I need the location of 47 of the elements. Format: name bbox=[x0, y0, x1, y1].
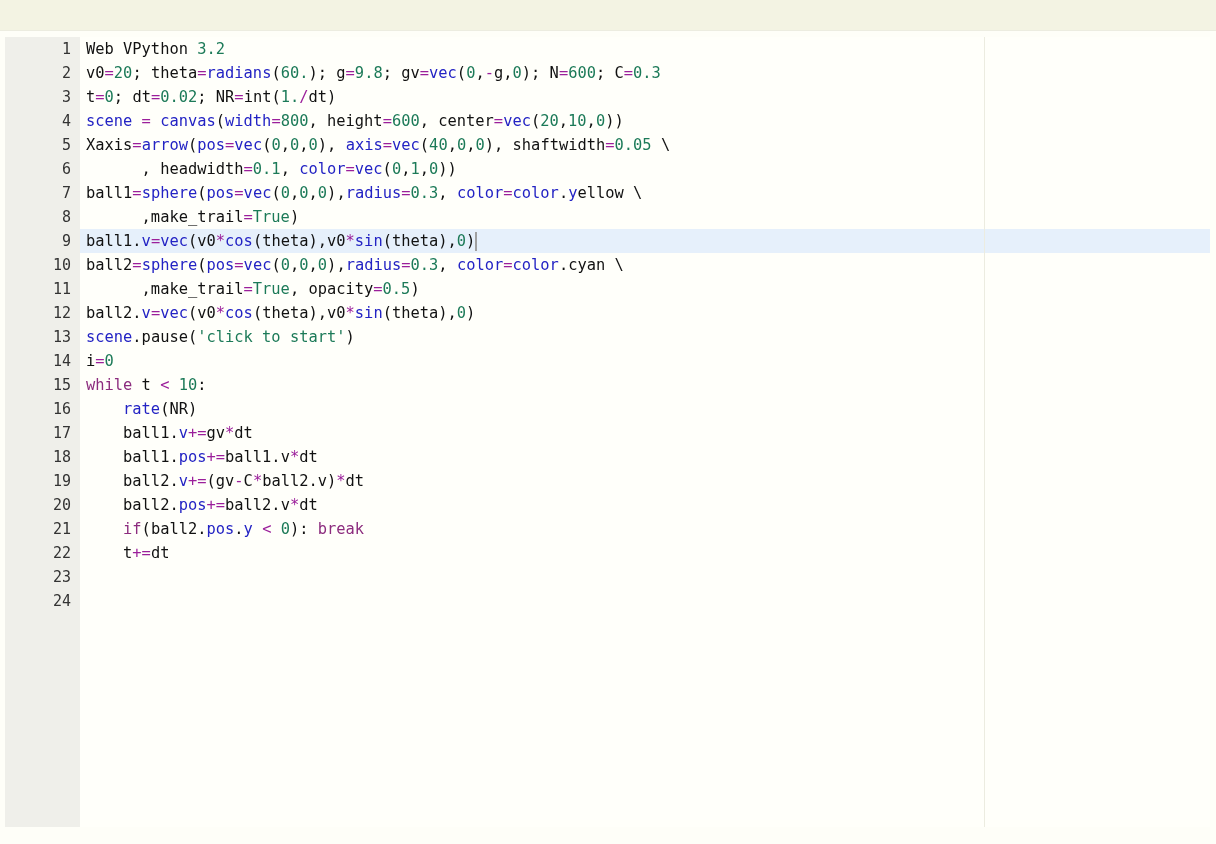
code-line: Xaxis=arrow(pos=vec(0,0,0), axis=vec(40,0,0), shaftwidth=0.05 \ bbox=[85, 136, 671, 154]
line-number: 12 bbox=[51, 304, 72, 322]
code-line: ,make_trail=True) bbox=[140, 208, 300, 226]
line-number: 15 bbox=[51, 376, 72, 394]
line-number: 6 bbox=[60, 160, 72, 178]
code-line: ball1.pos+=ball1.v*dt bbox=[122, 448, 318, 466]
line-number: 3 bbox=[60, 88, 72, 106]
code-line: while t < 10: bbox=[85, 376, 207, 394]
line-number: 8 bbox=[60, 208, 72, 226]
line-number: 21 bbox=[51, 520, 72, 538]
code-line: ball1=sphere(pos=vec(0,0,0),radius=0.3, color=color.yellow \ bbox=[85, 184, 643, 202]
code-line: if(ball2.pos.y < 0): break bbox=[122, 520, 365, 538]
code-line: scene = canvas(width=800, height=600, center=vec(20,10,0)) bbox=[85, 112, 624, 130]
code-line: ball1.v+=gv*dt bbox=[122, 424, 253, 442]
code-line: ,make_trail=True, opacity=0.5) bbox=[140, 280, 420, 298]
line-number: 24 bbox=[51, 592, 72, 610]
code-line: , headwidth=0.1, color=vec(0,1,0)) bbox=[140, 160, 457, 178]
line-number: 1 bbox=[60, 40, 72, 58]
line-number: 22 bbox=[51, 544, 72, 562]
line-number: 10 bbox=[51, 256, 72, 274]
code-line: ball2.v=vec(v0*cos(theta),v0*sin(theta),0) bbox=[85, 304, 476, 322]
code-line: t+=dt bbox=[122, 544, 170, 562]
line-number: 16 bbox=[51, 400, 72, 418]
line-number: 18 bbox=[51, 448, 72, 466]
line-number: 2 bbox=[60, 64, 72, 82]
line-number: 5 bbox=[60, 136, 72, 154]
code-line: v0=20; theta=radians(60.); g=9.8; gv=vec(0,-g,0); N=600; C=0.3 bbox=[85, 64, 661, 82]
line-number: 9 bbox=[60, 232, 72, 250]
code-line: ball2=sphere(pos=vec(0,0,0),radius=0.3, color=color.cyan \ bbox=[85, 256, 624, 274]
code-line: scene.pause('click to start') bbox=[85, 328, 355, 346]
line-number: 11 bbox=[51, 280, 72, 298]
code-line: ball1.v=vec(v0*cos(theta),v0*sin(theta),0) bbox=[85, 232, 476, 250]
code-line: i=0 bbox=[85, 352, 114, 370]
line-number: 13 bbox=[51, 328, 72, 346]
line-number: 7 bbox=[60, 184, 72, 202]
code-line: ball2.v+=(gv-C*ball2.v)*dt bbox=[122, 472, 365, 490]
code-line: rate(NR) bbox=[122, 400, 198, 418]
line-number: 23 bbox=[51, 568, 72, 586]
text-cursor bbox=[475, 231, 478, 251]
code-line: ball2.pos+=ball2.v*dt bbox=[122, 496, 318, 514]
code-line: Web VPython 3.2 bbox=[85, 40, 225, 58]
line-number: 14 bbox=[51, 352, 72, 370]
line-number: 4 bbox=[60, 112, 72, 130]
line-number: 19 bbox=[51, 472, 72, 490]
line-number: 20 bbox=[51, 496, 72, 514]
line-number: 17 bbox=[51, 424, 72, 442]
code-line: t=0; dt=0.02; NR=int(1./dt) bbox=[85, 88, 337, 106]
